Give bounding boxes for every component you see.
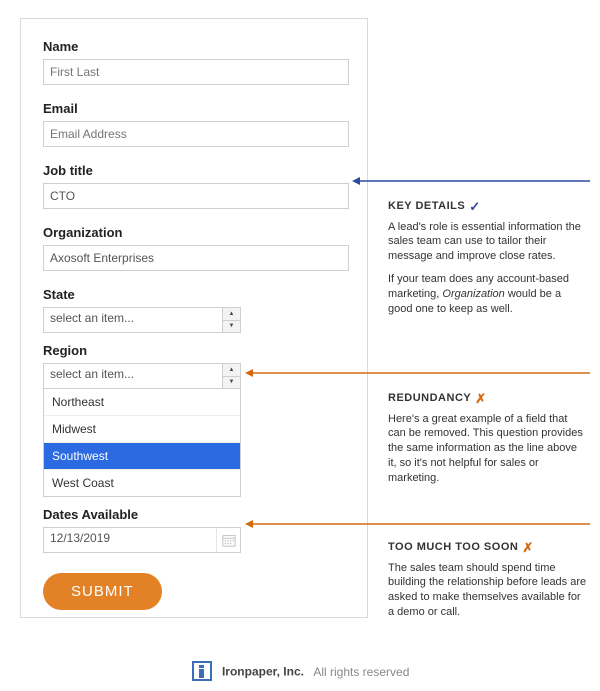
- state-select[interactable]: select an item... ▲ ▼: [43, 307, 241, 333]
- name-label: Name: [43, 39, 349, 54]
- name-input[interactable]: [43, 59, 349, 85]
- chevron-up-icon: ▲: [223, 308, 240, 321]
- footer-rights: All rights reserved: [313, 665, 409, 679]
- region-option-selected[interactable]: Southwest: [44, 443, 240, 470]
- job-title-label: Job title: [43, 163, 349, 178]
- annotation-text: The sales team should spend time buildin…: [388, 561, 588, 620]
- footer: Ironpaper, Inc. All rights reserved: [0, 660, 600, 685]
- email-input[interactable]: [43, 121, 349, 147]
- annotation-title: TOO MUCH TOO SOON ✗: [388, 539, 588, 557]
- region-label: Region: [43, 343, 349, 358]
- email-label: Email: [43, 101, 349, 116]
- calendar-icon: [216, 528, 240, 552]
- region-select[interactable]: select an item... ▲ ▼: [43, 363, 241, 389]
- ironpaper-logo-icon: [191, 660, 213, 685]
- region-option[interactable]: West Coast: [44, 470, 240, 496]
- chevron-down-icon: ▼: [223, 377, 240, 389]
- state-field-group: State select an item... ▲ ▼: [43, 287, 349, 333]
- region-option[interactable]: Northeast: [44, 389, 240, 416]
- annotation-title: REDUNDANCY ✗: [388, 390, 588, 408]
- chevron-up-icon: ▲: [223, 364, 240, 377]
- dates-field-group: Dates Available 12/13/2019: [43, 507, 349, 553]
- annotation-key-details: KEY DETAILS ✓ A lead's role is essential…: [388, 198, 588, 325]
- annotation-text: If your team does any account-based mark…: [388, 272, 588, 317]
- annotation-text: Here's a great example of a field that c…: [388, 412, 588, 486]
- name-field-group: Name: [43, 39, 349, 95]
- region-field-group: Region select an item... ▲ ▼ Northeast M…: [43, 343, 349, 497]
- x-icon: ✗: [475, 390, 486, 408]
- footer-brand: Ironpaper, Inc.: [222, 665, 304, 679]
- chevron-down-icon: ▼: [223, 321, 240, 333]
- x-icon: ✗: [522, 539, 533, 557]
- state-select-value: select an item...: [50, 311, 134, 325]
- organization-label: Organization: [43, 225, 349, 240]
- region-select-value: select an item...: [50, 367, 134, 381]
- annotation-text: A lead's role is essential information t…: [388, 220, 588, 265]
- dates-input[interactable]: 12/13/2019: [43, 527, 241, 553]
- annotation-too-much: TOO MUCH TOO SOON ✗ The sales team shoul…: [388, 539, 588, 628]
- spinner-icon: ▲ ▼: [222, 364, 240, 388]
- spinner-icon: ▲ ▼: [222, 308, 240, 332]
- email-field-group: Email: [43, 101, 349, 157]
- dates-value: 12/13/2019: [50, 531, 110, 545]
- annotation-redundancy: REDUNDANCY ✗ Here's a great example of a…: [388, 390, 588, 494]
- job-title-field-group: Job title: [43, 163, 349, 219]
- state-label: State: [43, 287, 349, 302]
- organization-field-group: Organization: [43, 225, 349, 281]
- submit-button[interactable]: SUBMIT: [43, 573, 162, 610]
- check-icon: ✓: [469, 198, 480, 216]
- region-dropdown[interactable]: Northeast Midwest Southwest West Coast: [43, 389, 241, 497]
- region-option[interactable]: Midwest: [44, 416, 240, 443]
- annotation-title: KEY DETAILS ✓: [388, 198, 588, 216]
- job-title-input[interactable]: [43, 183, 349, 209]
- organization-input[interactable]: [43, 245, 349, 271]
